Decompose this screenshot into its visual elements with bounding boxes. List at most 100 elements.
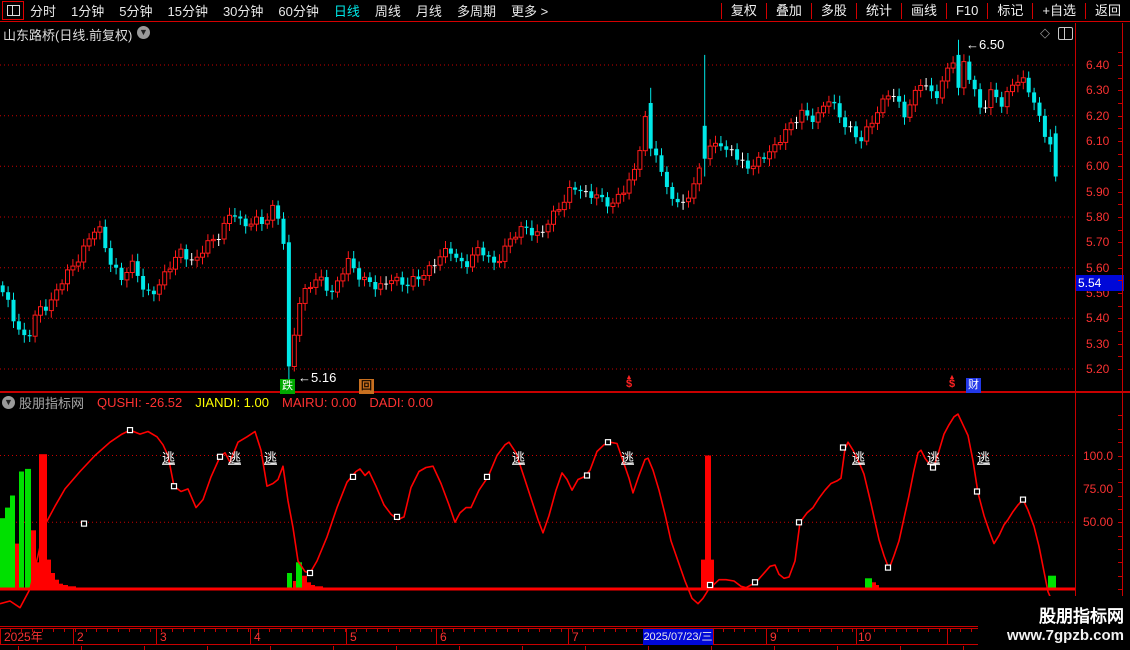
date-tick: [290, 629, 292, 632]
period-tab-分时[interactable]: 分时: [30, 1, 56, 20]
tool-多股[interactable]: 多股: [810, 2, 856, 19]
bottom-tick: [963, 646, 964, 650]
price-axis-label: 5.40: [1086, 311, 1110, 326]
indicator-tick: [1118, 468, 1122, 470]
date-tick: [971, 629, 973, 632]
svg-text:逃: 逃: [228, 451, 241, 466]
date-tick: [409, 629, 411, 632]
date-tick: [906, 629, 908, 632]
current-price-badge: 5.54: [1076, 275, 1124, 291]
period-tab-15分钟[interactable]: 15分钟: [167, 1, 207, 20]
tool-复权[interactable]: 复权: [720, 2, 766, 19]
finance-news-badge: 财: [966, 378, 981, 393]
price-axis-label: 6.40: [1086, 58, 1110, 72]
price-tick: [1118, 191, 1122, 193]
date-separator: [156, 629, 157, 645]
date-tick: [722, 629, 724, 632]
tool-叠加[interactable]: 叠加: [765, 2, 811, 19]
date-tick: [150, 629, 152, 632]
bottom-tick: [18, 646, 19, 650]
watermark: 股朋指标网 www.7gpzb.com: [978, 596, 1130, 650]
chart-title: 山东路桥(日线.前复权): [3, 28, 133, 43]
date-tick: [236, 629, 238, 632]
toolbar: 复权 叠加 多股 统计 画线 F10 标记 +自选 返回: [720, 0, 1130, 21]
price-tick: [1118, 318, 1122, 320]
date-tick: [172, 629, 173, 632]
dollar-icon: $: [948, 378, 956, 390]
date-label-3: 3: [160, 630, 167, 644]
period-tab-日线[interactable]: 日线: [334, 1, 360, 20]
tool-返回[interactable]: 返回: [1084, 2, 1130, 19]
bottom-tick: [522, 646, 523, 650]
date-tick: [193, 629, 195, 632]
period-tab-60分钟[interactable]: 60分钟: [278, 1, 318, 20]
bottom-tick: [837, 646, 838, 650]
price-tick: [1118, 356, 1122, 358]
high-price-annotation: ←6.50: [966, 37, 1005, 52]
price-tick: [1118, 267, 1122, 269]
date-tick: [74, 629, 76, 632]
period-tab-30分钟[interactable]: 30分钟: [223, 1, 263, 20]
date-tick: [31, 629, 33, 632]
date-tick: [539, 629, 541, 632]
tool-+自选[interactable]: +自选: [1032, 2, 1085, 19]
price-tick: [1118, 179, 1122, 180]
date-tick: [928, 629, 929, 632]
indicator-field: JIANDI: 1.00: [195, 395, 269, 410]
date-tick: [139, 629, 141, 632]
panel-split-icon[interactable]: [1058, 27, 1073, 40]
date-tick: [550, 629, 551, 632]
title-chevron-down-icon[interactable]: ▼: [137, 26, 150, 39]
tool-标记[interactable]: 标记: [987, 2, 1032, 19]
price-axis-label: 5.90: [1086, 184, 1110, 199]
period-tab-周线[interactable]: 周线: [375, 1, 401, 20]
period-tab-月线[interactable]: 月线: [416, 1, 442, 20]
price-tick: [1118, 128, 1122, 130]
date-axis[interactable]: 2025/07/23/三 2025年 2 3 4 5 6 7 9 10: [0, 628, 1075, 645]
indicator-chevron-down-icon[interactable]: ▼: [2, 396, 15, 409]
date-label-7: 7: [572, 630, 579, 644]
date-tick: [247, 629, 249, 632]
tool-统计[interactable]: 统计: [855, 2, 901, 19]
indicator-name: 股朋指标网: [19, 396, 85, 411]
date-tick: [398, 629, 400, 632]
svg-text:逃: 逃: [852, 451, 865, 466]
price-tick: [1118, 153, 1122, 155]
tool-F10[interactable]: F10: [945, 2, 987, 19]
price-axis-label: 5.70: [1086, 235, 1110, 250]
bottom-tick: [585, 646, 586, 650]
bottom-tick: [270, 646, 271, 650]
date-tick: [280, 629, 281, 632]
date-separator: [568, 629, 569, 645]
indicator-tick: [1118, 442, 1122, 444]
dollar-icon: $: [625, 378, 633, 390]
date-tick: [42, 629, 44, 632]
panel-separator[interactable]: [0, 391, 1130, 393]
top-menubar: 分时 1分钟 5分钟 15分钟 30分钟 60分钟 日线 周线 月线 多周期 更多 > 复权 叠加 多股…: [0, 0, 1130, 22]
price-axis-label: 5.30: [1086, 336, 1110, 351]
period-tab-1分钟[interactable]: 1分钟: [71, 1, 104, 20]
date-tick: [301, 629, 303, 632]
date-tick: [593, 629, 595, 632]
period-tab-5分钟[interactable]: 5分钟: [119, 1, 152, 20]
date-label-9: 9: [770, 630, 777, 644]
tool-画线[interactable]: 画线: [900, 2, 946, 19]
date-tick: [744, 629, 746, 632]
period-tab-多周期[interactable]: 多周期: [457, 1, 496, 20]
date-tick: [463, 629, 465, 632]
price-axis-label: 6.10: [1086, 134, 1110, 148]
layout-icon-button[interactable]: [2, 1, 24, 20]
date-tick: [85, 629, 87, 632]
date-tick: [334, 629, 335, 632]
price-axis-label: 5.80: [1086, 210, 1110, 224]
diamond-icon[interactable]: ◇: [1040, 25, 1050, 41]
bottom-tick: [900, 646, 901, 650]
price-tick: [1118, 204, 1122, 206]
date-tick: [884, 629, 886, 632]
axis-rail-right: [1122, 23, 1123, 626]
indicator-tick: [1118, 415, 1122, 417]
date-tick: [204, 629, 206, 632]
period-tab-更多 >[interactable]: 更多 >: [511, 1, 548, 20]
bottom-tick: [648, 646, 649, 650]
date-tick: [506, 629, 508, 632]
